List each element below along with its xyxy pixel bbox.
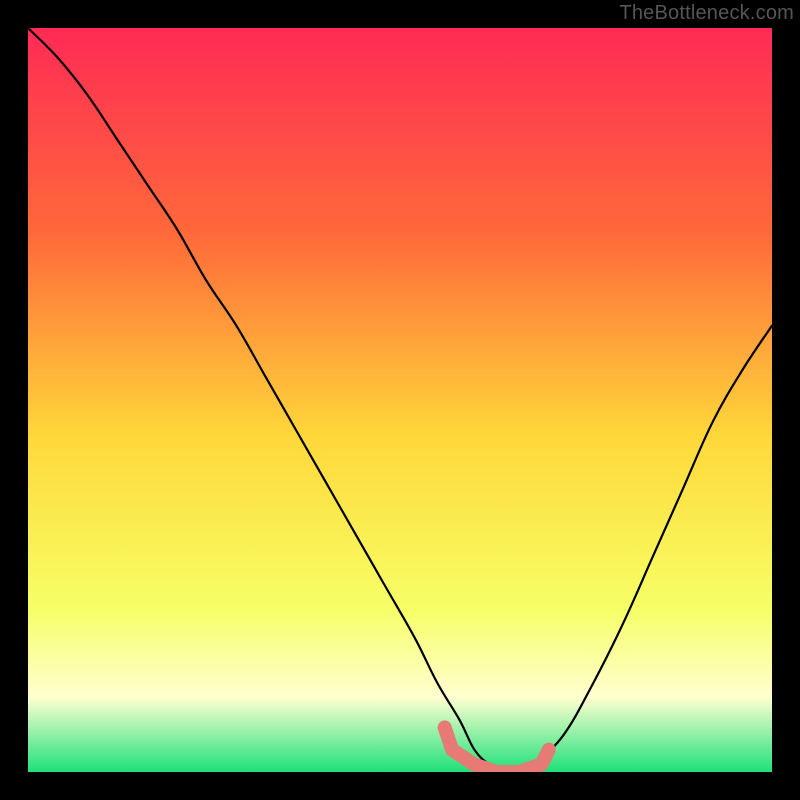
chart-frame: TheBottleneck.com [0,0,800,800]
gradient-background [28,28,772,772]
bottleneck-chart [28,28,772,772]
watermark-text: TheBottleneck.com [619,2,794,25]
plot-area [28,28,772,772]
